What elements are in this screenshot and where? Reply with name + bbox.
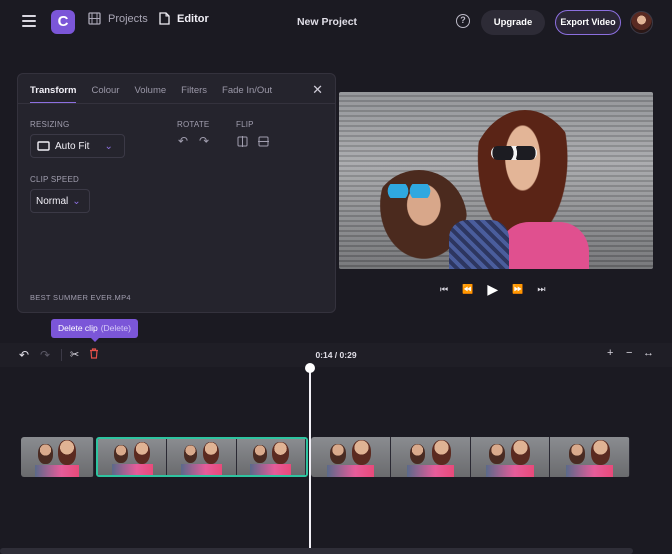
delete-clip-tooltip: Delete clip (Delete) (51, 319, 138, 342)
clip-frame (311, 437, 391, 477)
clip-frame (550, 437, 630, 477)
tooltip-shortcut: (Delete) (100, 323, 131, 333)
resizing-label: RESIZING (30, 120, 70, 129)
clip-speed-value: Normal (36, 195, 69, 207)
playhead[interactable] (309, 368, 311, 554)
editor-window: C Projects Editor New Project ? Upgrade … (0, 0, 672, 554)
preview-sunglasses-white (491, 146, 537, 160)
close-icon[interactable]: ✕ (312, 82, 323, 98)
playhead-handle[interactable] (305, 363, 315, 373)
skip-end-icon[interactable]: ⏭ (537, 284, 545, 295)
clip-frame (98, 439, 168, 475)
rewind-icon[interactable]: ⏪ (462, 284, 473, 295)
avatar[interactable] (630, 11, 653, 34)
clip-frame (21, 437, 94, 477)
timeline-scrollbar[interactable] (0, 548, 633, 554)
help-icon[interactable]: ? (456, 14, 470, 28)
tab-volume[interactable]: Volume (134, 85, 166, 104)
clip-frame (390, 437, 471, 477)
fit-timeline-icon[interactable]: ↔ (643, 347, 654, 359)
tooltip-label: Delete clip (58, 323, 98, 333)
preview-shirt-pink (499, 222, 589, 269)
rotate-left-icon[interactable]: ↶ (178, 134, 188, 148)
clip-filename: BEST SUMMER EVER.MP4 (30, 293, 131, 302)
skip-start-icon[interactable]: ⏮ (440, 284, 448, 295)
flip-horizontal-icon[interactable] (237, 136, 248, 150)
playback-controls: ⏮ ⏪ ▶ ⏩ ⏭ (440, 281, 545, 298)
top-bar: C Projects Editor New Project ? Upgrade … (0, 0, 672, 44)
rotate-right-icon[interactable]: ↷ (199, 134, 209, 148)
clip-1[interactable] (21, 437, 94, 477)
divider (18, 103, 335, 104)
tab-colour[interactable]: Colour (91, 85, 119, 104)
time-display: 0:14 / 0:29 (315, 350, 357, 360)
video-preview[interactable] (339, 92, 653, 269)
upgrade-button[interactable]: Upgrade (481, 10, 545, 35)
play-icon[interactable]: ▶ (487, 281, 498, 298)
resizing-value: Auto Fit (55, 140, 90, 152)
rotate-label: ROTATE (177, 120, 210, 129)
clip-frame (236, 439, 306, 475)
clip-3[interactable] (311, 437, 630, 477)
zoom-out-icon[interactable]: − (626, 347, 632, 359)
flip-label: FLIP (236, 120, 254, 129)
tab-transform[interactable]: Transform (30, 85, 77, 104)
aspect-ratio-icon (37, 141, 50, 151)
clip-frame (167, 439, 237, 475)
clip-speed-label: CLIP SPEED (30, 175, 79, 184)
export-video-button[interactable]: Export Video (555, 10, 621, 35)
panel-tabs: Transform Colour Volume Filters Fade In/… (30, 85, 272, 104)
clip-2-selected[interactable] (96, 437, 308, 477)
chevron-down-icon: ⌄ (104, 140, 113, 152)
chevron-down-icon: ⌄ (72, 195, 81, 207)
tab-fade[interactable]: Fade In/Out (222, 85, 272, 104)
clip-properties-panel: Transform Colour Volume Filters Fade In/… (17, 73, 336, 313)
tab-filters[interactable]: Filters (181, 85, 207, 104)
preview-sunglasses (387, 184, 431, 198)
zoom-in-icon[interactable]: + (607, 347, 613, 359)
fast-forward-icon[interactable]: ⏩ (512, 284, 523, 295)
clip-frame (470, 437, 551, 477)
resizing-select[interactable]: Auto Fit ⌄ (30, 134, 125, 158)
preview-shirt-plaid (449, 220, 509, 269)
clip-speed-select[interactable]: Normal ⌄ (30, 189, 90, 213)
flip-vertical-icon[interactable] (258, 136, 269, 150)
